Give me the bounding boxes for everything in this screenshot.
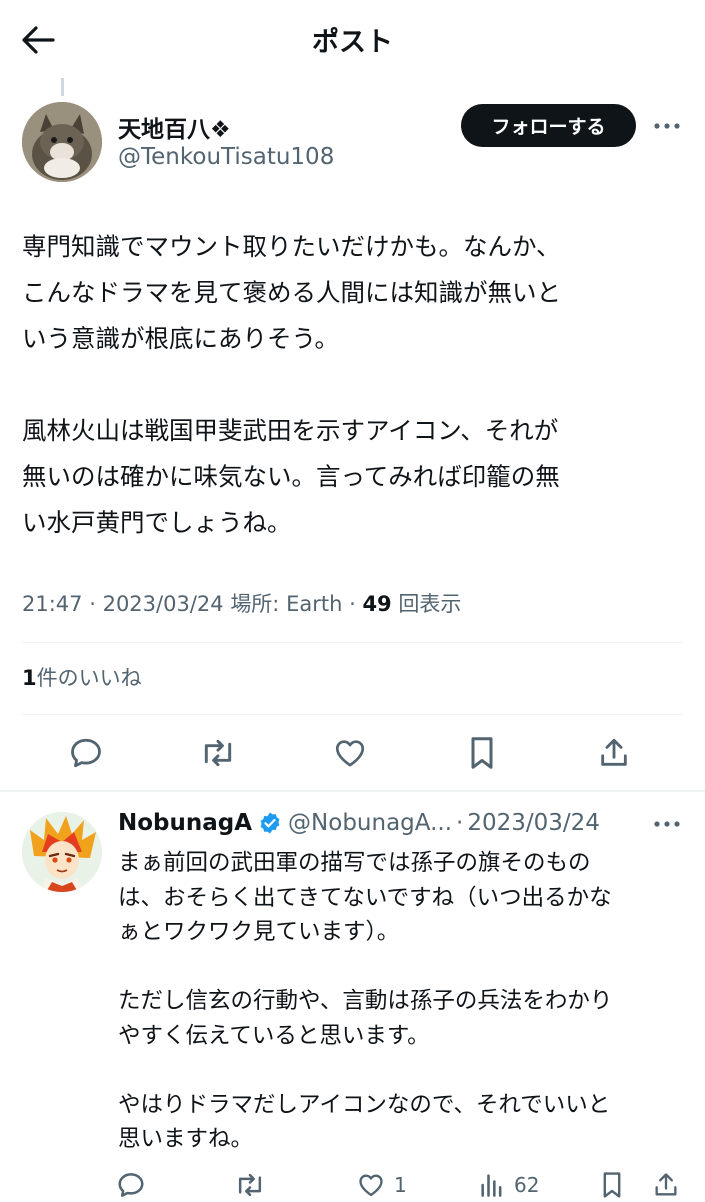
likes-summary[interactable]: 1件のいいね (22, 662, 142, 692)
reply-text: まぁ前回の武田軍の描写では孫子の旗そのもの は、おそらく出てきてないですね（いつ… (118, 850, 613, 1152)
thread-connector (61, 78, 64, 96)
anime-character-avatar-image (22, 812, 102, 892)
reply-author-avatar[interactable] (22, 812, 102, 892)
reply-bubble-icon (118, 1173, 144, 1197)
follow-button[interactable]: フォローする (461, 104, 636, 147)
author-avatar[interactable] (22, 102, 102, 182)
cat-avatar-image (22, 102, 102, 182)
reply-retweet-button[interactable] (234, 1168, 266, 1202)
reply-header: NobunagA @NobunagA... · 2023/03/24 (118, 810, 643, 836)
author-display-name[interactable]: 天地百八❖ (118, 110, 231, 144)
reply-likes-count: 1 (394, 1173, 407, 1197)
retweet-icon (204, 739, 232, 767)
likes-label: 件のいいね (36, 666, 142, 690)
reply-share-button[interactable] (652, 1168, 680, 1202)
likes-count: 1 (22, 666, 37, 690)
retweet-icon (238, 1173, 262, 1197)
bookmark-icon (471, 737, 493, 769)
verified-badge-icon (260, 812, 280, 834)
verified-badge (258, 811, 282, 835)
divider (22, 714, 683, 715)
reply-author-name[interactable]: NobunagA (118, 810, 252, 836)
reply-more-options-button[interactable] (651, 814, 683, 834)
reply-views-count: 62 (514, 1173, 540, 1197)
reply-like-button[interactable]: 1 (356, 1168, 407, 1202)
tweet-text: 専門知識でマウント取りたいだけかも。なんか、 こんなドラマを見て褒める人間には知… (22, 232, 561, 537)
more-horizontal-icon (654, 821, 680, 827)
divider (22, 642, 683, 643)
views-count: 49 (362, 592, 392, 616)
heart-icon (359, 1174, 383, 1197)
page-title: ポスト (312, 27, 393, 58)
more-horizontal-icon (654, 123, 680, 129)
retweet-button[interactable] (198, 733, 238, 773)
author-handle[interactable]: @TenkouTisatu108 (118, 144, 334, 170)
tweet-time[interactable]: 21:47 (22, 592, 83, 616)
views-label: 回表示 (398, 592, 462, 616)
tweet-date[interactable]: 2023/03/24 (103, 592, 224, 616)
bookmark-button[interactable] (462, 733, 502, 773)
heart-icon (335, 740, 365, 767)
reply-author-handle[interactable]: @NobunagA... (288, 810, 452, 836)
tweet-location[interactable]: 場所: Earth (230, 592, 342, 616)
share-upload-icon (601, 738, 627, 766)
more-options-button[interactable] (651, 116, 683, 136)
reply-bookmark-button[interactable] (600, 1168, 624, 1202)
bookmark-icon (603, 1172, 621, 1198)
separator-dot: · (456, 810, 464, 836)
reply-date[interactable]: 2023/03/24 (467, 810, 600, 836)
top-bar: ポスト (0, 0, 705, 80)
views-bar-chart-icon (481, 1174, 502, 1197)
reply-reply-button[interactable] (116, 1168, 146, 1202)
reply-button[interactable] (66, 733, 106, 773)
like-button[interactable] (330, 733, 370, 773)
reply-views-button[interactable]: 62 (478, 1168, 539, 1202)
share-button[interactable] (594, 733, 634, 773)
section-divider (0, 790, 705, 792)
reply-bubble-icon (71, 738, 101, 768)
tweet-meta: 21:47 · 2023/03/24 場所: Earth · 49 回表示 (22, 592, 462, 616)
share-upload-icon (655, 1173, 677, 1196)
